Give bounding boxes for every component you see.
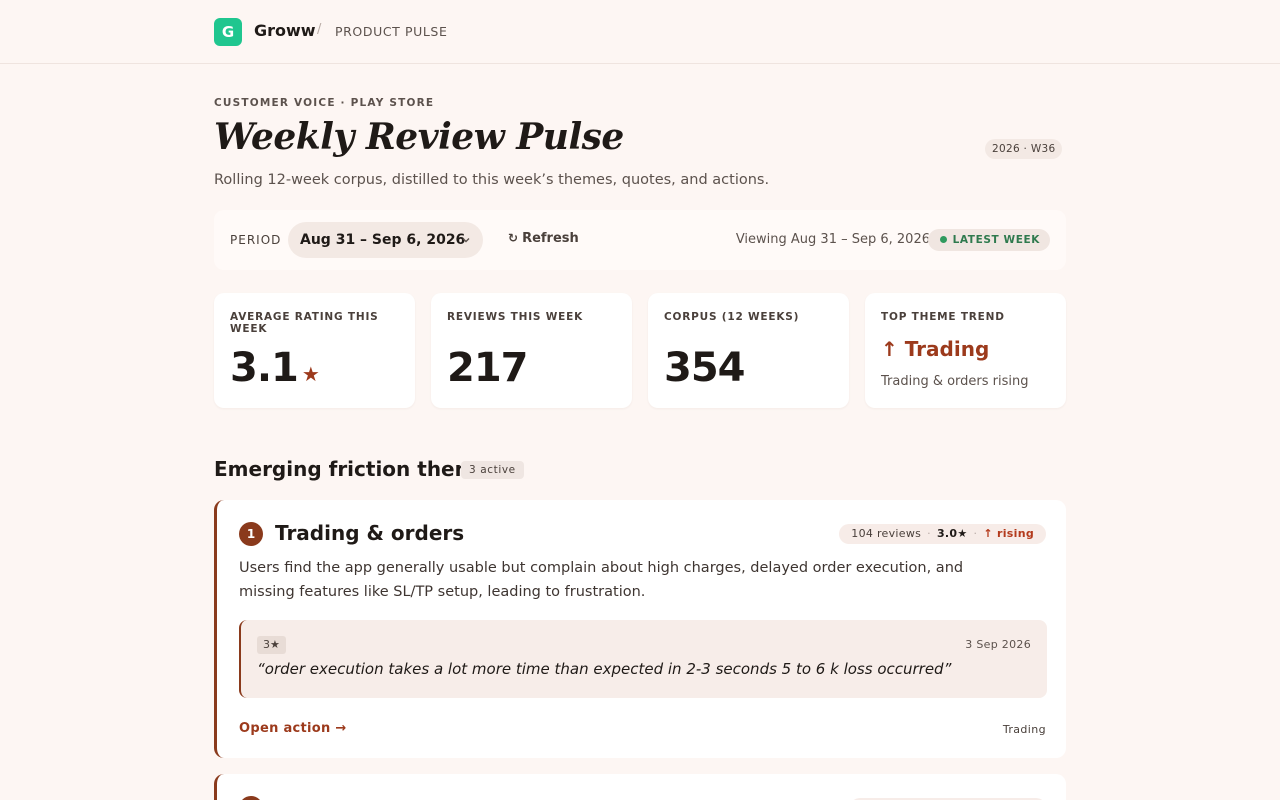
chevron-down-icon xyxy=(461,222,471,258)
week-badge: 2026 · W36 xyxy=(985,139,1063,159)
groww-logo[interactable]: G xyxy=(214,18,242,46)
quote-rating: 3★ xyxy=(257,636,286,654)
stat-label: REVIEWS THIS WEEK xyxy=(447,311,584,323)
average-rating-value: 3.1 xyxy=(230,345,299,391)
theme-rank xyxy=(239,796,263,800)
period-select-value: Aug 31 – Sep 6, 2026 xyxy=(300,232,466,248)
top-trend-theme: Trading xyxy=(904,337,990,361)
period-select[interactable]: Aug 31 – Sep 6, 2026 xyxy=(288,222,483,258)
theme-trend: ↑ rising xyxy=(983,527,1034,540)
quote-box: 3★ 3 Sep 2026 “order execution takes a l… xyxy=(239,620,1047,698)
theme-review-count: 104 reviews xyxy=(851,527,922,540)
latest-week-badge: LATEST WEEK xyxy=(927,229,1050,251)
active-count-badge: 3 active xyxy=(461,461,524,479)
stat-label: AVERAGE RATING THIS WEEK xyxy=(230,311,379,335)
theme-card-next xyxy=(214,774,1066,800)
top-trend-value: ↑ Trading xyxy=(881,337,989,361)
stat-card-average-rating: AVERAGE RATING THIS WEEK 3.1 ★ xyxy=(214,293,415,408)
corpus-count-value: 354 xyxy=(664,345,745,391)
stat-card-corpus: CORPUS (12 WEEKS) 354 xyxy=(648,293,849,408)
period-label: PERIOD xyxy=(230,233,282,247)
theme-rating: 3.0★ xyxy=(936,527,968,540)
top-trend-subtext: Trading & orders rising xyxy=(881,374,1029,389)
open-action-link[interactable]: Open action → xyxy=(239,721,347,736)
latest-week-label: LATEST WEEK xyxy=(952,234,1040,246)
arrow-up-icon: ↑ xyxy=(881,337,898,361)
stat-card-reviews: REVIEWS THIS WEEK 217 xyxy=(431,293,632,408)
stat-value: 3.1 ★ xyxy=(230,345,320,391)
refresh-icon: ↻ xyxy=(508,231,519,245)
theme-rank: 1 xyxy=(239,522,263,546)
theme-description: Users find the app generally usable but … xyxy=(239,560,964,600)
breadcrumb-product-pulse[interactable]: PRODUCT PULSE xyxy=(335,24,447,39)
quote-text: “order execution takes a lot more time t… xyxy=(257,660,952,678)
theme-card: 1 Trading & orders 104 reviews · 3.0★ · ↑ ri… xyxy=(214,500,1066,758)
brand-name[interactable]: Groww xyxy=(254,21,316,40)
stat-label: CORPUS (12 WEEKS) xyxy=(664,311,800,323)
theme-title: Trading & orders xyxy=(275,521,465,545)
refresh-button[interactable]: ↻ Refresh xyxy=(508,231,579,246)
reviews-count-value: 217 xyxy=(447,345,528,391)
theme-meta: 104 reviews · 3.0★ · ↑ rising xyxy=(839,524,1046,544)
page-title: Weekly Review Pulse xyxy=(214,116,624,158)
refresh-label: Refresh xyxy=(522,231,579,246)
theme-tag: Trading xyxy=(1002,723,1046,736)
page-eyebrow: CUSTOMER VOICE · PLAY STORE xyxy=(214,97,435,109)
page-subtitle: Rolling 12-week corpus, distilled to thi… xyxy=(214,172,770,188)
top-bar: G Groww / PRODUCT PULSE xyxy=(0,0,1280,64)
stat-label: TOP THEME TREND xyxy=(881,311,1005,323)
stat-card-top-trend: TOP THEME TREND ↑ Trading Trading & orde… xyxy=(865,293,1066,408)
quote-date: 3 Sep 2026 xyxy=(965,638,1031,651)
status-dot xyxy=(939,236,947,243)
star-icon: ★ xyxy=(301,362,320,386)
period-bar: PERIOD Aug 31 – Sep 6, 2026 ↻ Refresh Vie… xyxy=(214,210,1066,270)
viewing-range: Viewing Aug 31 – Sep 6, 2026 xyxy=(735,232,930,247)
section-title: Emerging friction themes xyxy=(214,457,501,481)
breadcrumb-separator: / xyxy=(317,22,322,37)
